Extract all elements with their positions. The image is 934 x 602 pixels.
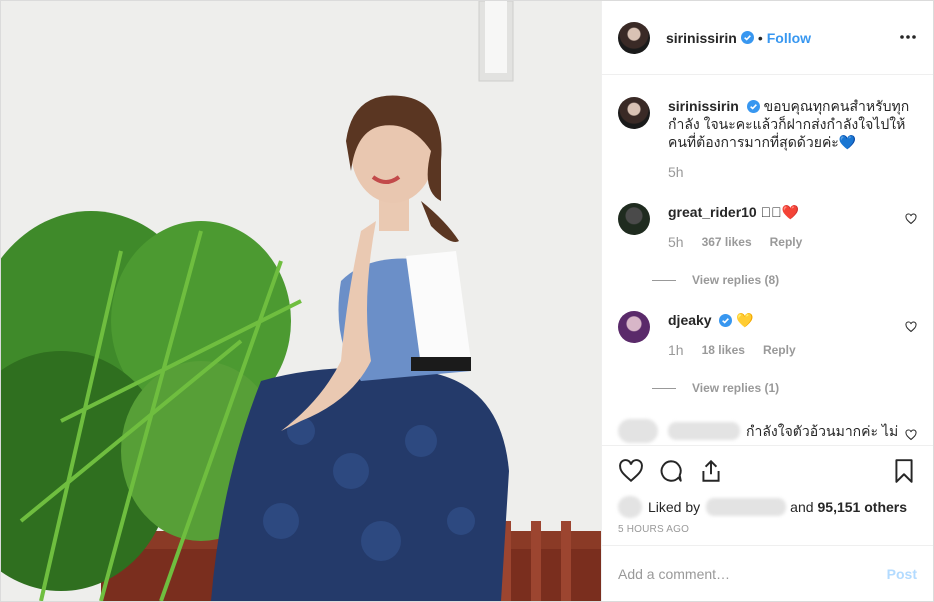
avatar[interactable] — [618, 97, 650, 129]
liked-by-username-blurred[interactable] — [706, 498, 787, 516]
comment-username[interactable]: djeaky — [668, 312, 712, 328]
view-replies-label: View replies (8) — [692, 273, 780, 287]
avatar[interactable] — [618, 419, 658, 443]
comments-list[interactable]: sirinissirin ขอบคุณทุกคนสำหรับทุกกำลัง ใ… — [602, 75, 933, 445]
caption-time[interactable]: 5h — [668, 163, 684, 181]
share-icon[interactable] — [698, 458, 724, 484]
post-photo-illustration — [1, 1, 601, 601]
instagram-post: sirinissirin • Follow sirinissirin ขอบคุ… — [0, 0, 934, 602]
header-username[interactable]: sirinissirin — [666, 30, 737, 46]
liked-by-and: and — [790, 499, 814, 515]
replies-line — [652, 387, 676, 389]
comment-time[interactable]: 5h — [668, 233, 684, 251]
view-replies-button[interactable]: View replies (8) — [652, 273, 779, 287]
heart-icon[interactable] — [618, 458, 644, 484]
comment-likes[interactable]: 18 likes — [702, 341, 745, 359]
bookmark-icon[interactable] — [891, 458, 917, 484]
comment-body: djeaky 💛 1h 18 likes Reply — [668, 311, 917, 359]
avatar[interactable] — [618, 21, 650, 54]
liked-by-prefix: Liked by — [648, 499, 701, 515]
view-replies-label: View replies (1) — [692, 381, 780, 395]
avatar[interactable] — [618, 311, 650, 343]
comment: กำลังใจตัวอ้วนมากค่ะ ไม่ — [618, 419, 917, 443]
comment-username[interactable]: great_rider10 — [668, 204, 757, 220]
avatar[interactable] — [618, 203, 650, 235]
replies-line — [652, 279, 676, 281]
verified-icon — [740, 31, 754, 44]
verified-icon — [719, 314, 733, 327]
comment: great_rider10 ◻🏻❤️ 5h 367 likes Reply — [618, 203, 917, 251]
comment-username-blurred — [668, 422, 740, 440]
verified-icon — [746, 100, 760, 113]
post-comment-button[interactable]: Post — [887, 566, 917, 582]
comment-text: 💛 — [736, 312, 754, 328]
reply-button[interactable]: Reply — [763, 341, 796, 359]
caption-username[interactable]: sirinissirin — [668, 98, 739, 114]
heart-icon[interactable] — [905, 321, 917, 333]
heart-icon[interactable] — [905, 429, 917, 441]
comment-text: กำลังใจตัวอ้วนมากค่ะ ไม่ — [746, 423, 899, 439]
header-separator: • — [757, 29, 763, 46]
likes-count[interactable]: 95,151 others — [818, 499, 908, 515]
caption-body: sirinissirin ขอบคุณทุกคนสำหรับทุกกำลัง ใ… — [668, 97, 917, 181]
heart-icon[interactable] — [905, 213, 917, 225]
caption: sirinissirin ขอบคุณทุกคนสำหรับทุกกำลัง ใ… — [618, 97, 917, 181]
view-replies-button[interactable]: View replies (1) — [652, 381, 779, 395]
liked-by-avatar[interactable] — [618, 496, 642, 518]
reply-button[interactable]: Reply — [770, 233, 803, 251]
post-header: sirinissirin • Follow — [602, 1, 933, 75]
post-side-panel: sirinissirin • Follow sirinissirin ขอบคุ… — [601, 1, 933, 601]
add-comment-input[interactable] — [618, 565, 887, 582]
follow-button[interactable]: Follow — [767, 30, 811, 46]
comment-text: ◻🏻❤️ — [760, 204, 800, 220]
comment-icon[interactable] — [658, 458, 684, 484]
post-photo[interactable] — [1, 1, 601, 601]
post-actions: Liked by and 95,151 others 5 HOURS AGO — [602, 445, 933, 535]
comment-likes[interactable]: 367 likes — [702, 233, 752, 251]
comment-time[interactable]: 1h — [668, 341, 684, 359]
comment-body: great_rider10 ◻🏻❤️ 5h 367 likes Reply — [668, 203, 917, 251]
comment: djeaky 💛 1h 18 likes Reply — [618, 311, 917, 359]
post-timestamp[interactable]: 5 HOURS AGO — [618, 524, 917, 535]
more-icon[interactable] — [899, 28, 917, 46]
add-comment-bar: Post — [602, 545, 933, 601]
liked-by: Liked by and 95,151 others — [618, 496, 917, 518]
action-icons — [618, 446, 917, 496]
